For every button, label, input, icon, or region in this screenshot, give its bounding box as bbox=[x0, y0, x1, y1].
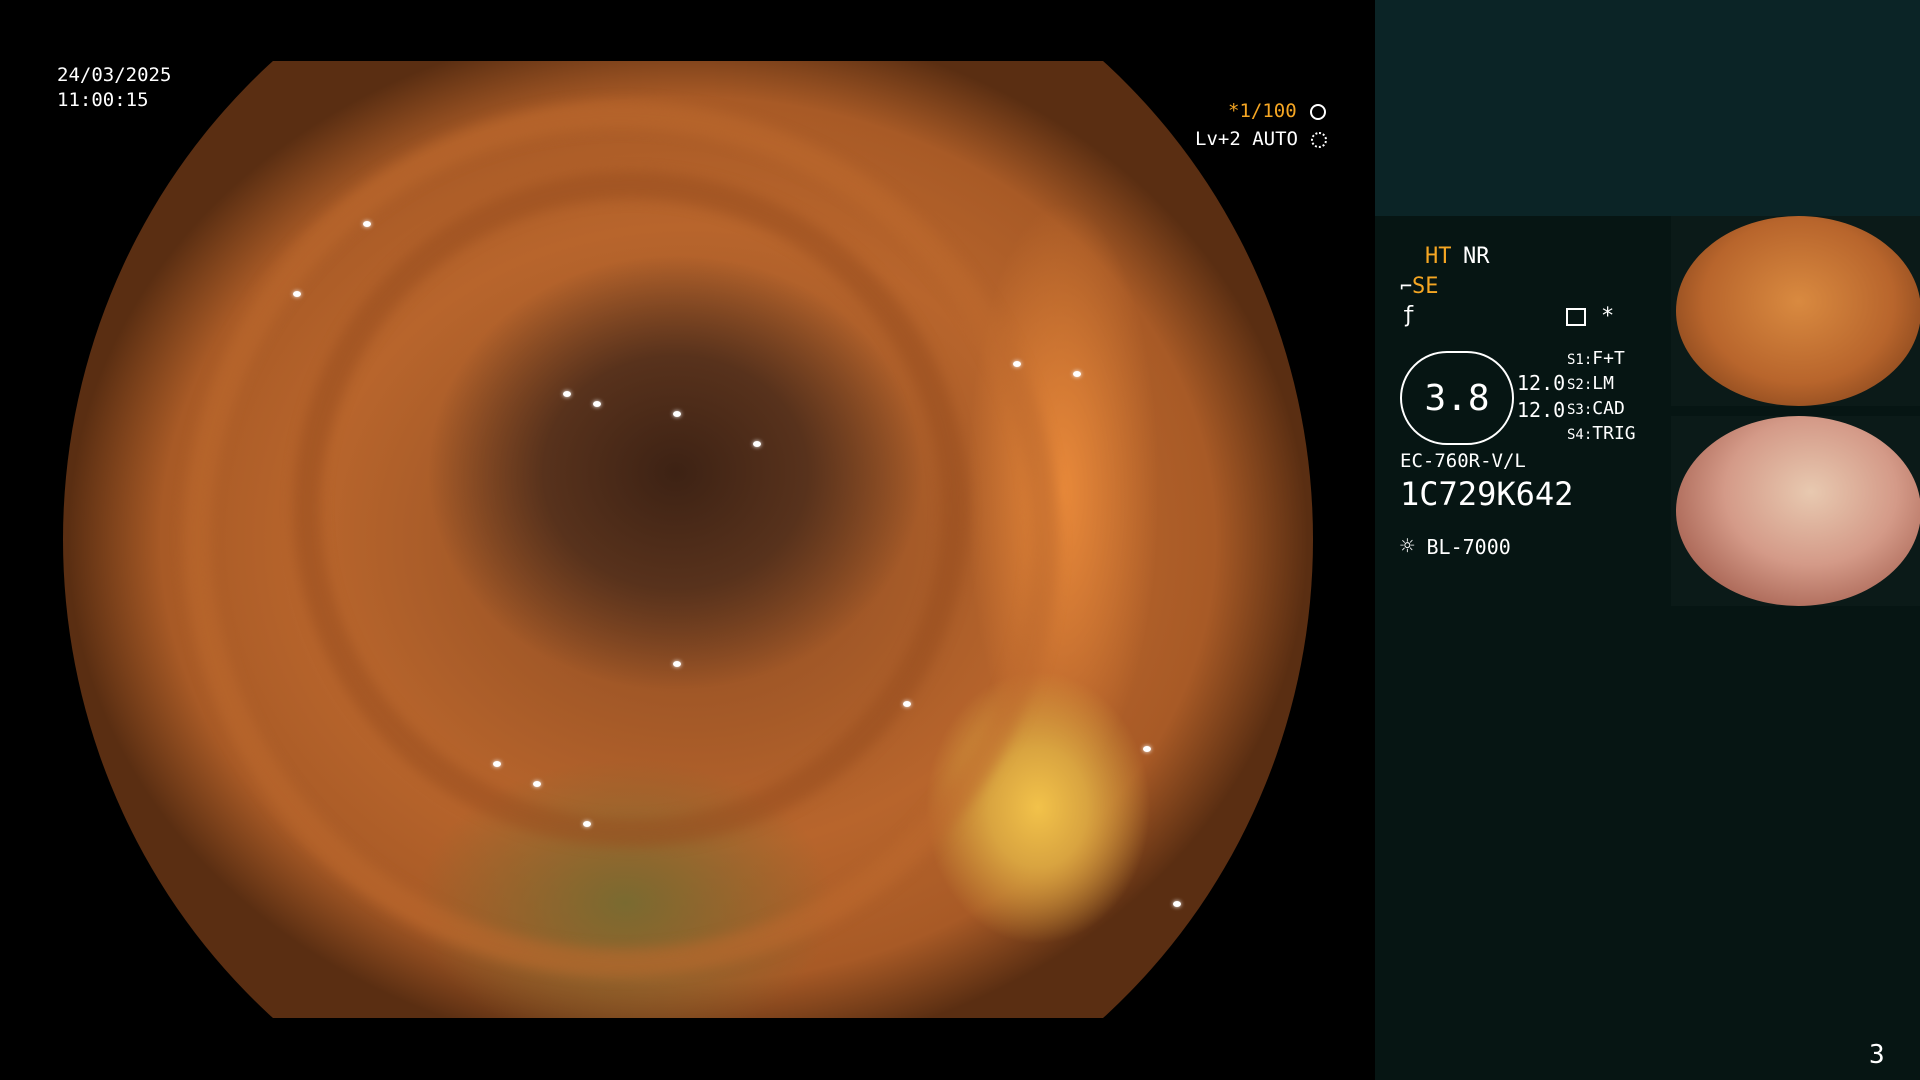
value-bottom: 12.0 bbox=[1517, 398, 1566, 422]
list-icon bbox=[1566, 308, 1586, 326]
light-reflection bbox=[533, 781, 541, 787]
date-label: 24/03/2025 bbox=[57, 64, 172, 86]
switch-value: F+T bbox=[1592, 348, 1625, 369]
freeze-icon: ƒ bbox=[1402, 303, 1416, 328]
value-top: 12.0 bbox=[1517, 371, 1566, 395]
light-reflection bbox=[583, 821, 591, 827]
endoscopic-image bbox=[63, 61, 1313, 1018]
light-reflection bbox=[1073, 371, 1081, 377]
captured-thumbnail-2[interactable] bbox=[1671, 416, 1920, 606]
aperture-icon bbox=[1310, 103, 1327, 120]
nr-indicator: NR bbox=[1463, 244, 1490, 269]
scope-serial: 1C729K642 bbox=[1400, 475, 1574, 513]
light-reflection bbox=[903, 701, 911, 707]
page-number: 3 bbox=[1869, 1040, 1885, 1070]
scope-model: EC-760R-V/L bbox=[1400, 450, 1526, 472]
light-reflection bbox=[593, 401, 601, 407]
switch-s1: S1:F+T bbox=[1567, 348, 1625, 369]
ht-indicator: HT bbox=[1425, 244, 1452, 269]
light-reflection bbox=[293, 291, 301, 297]
switch-key: S3: bbox=[1567, 402, 1593, 418]
switch-s2: S2:LM bbox=[1567, 373, 1614, 394]
switch-s3: S3:CAD bbox=[1567, 398, 1625, 419]
shutter-readout: *1/100 bbox=[1228, 100, 1327, 122]
light-reflection bbox=[1143, 746, 1151, 752]
light-reflection bbox=[363, 221, 371, 227]
asterisk-icon: * bbox=[1601, 304, 1615, 329]
mucosal-fold bbox=[293, 171, 969, 847]
light-reflection bbox=[563, 391, 571, 397]
light-reflection bbox=[753, 441, 761, 447]
light-reflection bbox=[673, 411, 681, 417]
switch-value: TRIG bbox=[1592, 423, 1636, 444]
captured-thumbnail-1[interactable] bbox=[1671, 216, 1920, 406]
panel-header-area bbox=[1375, 0, 1920, 216]
light-reflection bbox=[1173, 901, 1181, 907]
switch-key: S1: bbox=[1567, 352, 1593, 368]
scope-tip-icon: ⌐ bbox=[1400, 274, 1413, 298]
switch-s4: S4:TRIG bbox=[1567, 423, 1636, 444]
thumbnail-image bbox=[1676, 416, 1920, 606]
lamp-sun-icon: ☼ bbox=[1400, 532, 1415, 560]
gear-icon bbox=[1311, 131, 1328, 148]
shutter-value: *1/100 bbox=[1228, 100, 1297, 122]
enhancement-readout: Lv+2 AUTO bbox=[1195, 128, 1328, 150]
light-source-model: BL-7000 bbox=[1426, 535, 1511, 559]
switch-key: S2: bbox=[1567, 377, 1593, 393]
enhancement-value: Lv+2 AUTO bbox=[1195, 128, 1298, 150]
se-row: ⌐SE bbox=[1400, 274, 1439, 299]
light-reflection bbox=[493, 761, 501, 767]
light-reflection bbox=[1013, 361, 1021, 367]
switch-key: S4: bbox=[1567, 427, 1593, 443]
se-indicator: SE bbox=[1412, 274, 1439, 299]
thumbnail-image bbox=[1676, 216, 1920, 406]
light-source-row: ☼ BL-7000 bbox=[1400, 532, 1511, 560]
time-label: 11:00:15 bbox=[57, 89, 149, 111]
switch-value: LM bbox=[1592, 373, 1614, 394]
light-reflection bbox=[673, 661, 681, 667]
gauge-value: 3.8 bbox=[1424, 377, 1490, 419]
switch-value: CAD bbox=[1592, 398, 1625, 419]
endoscope-main-view: 24/03/2025 11:00:15 *1/100 Lv+2 AUTO bbox=[0, 0, 1375, 1080]
brightness-gauge: 3.8 bbox=[1400, 351, 1514, 445]
